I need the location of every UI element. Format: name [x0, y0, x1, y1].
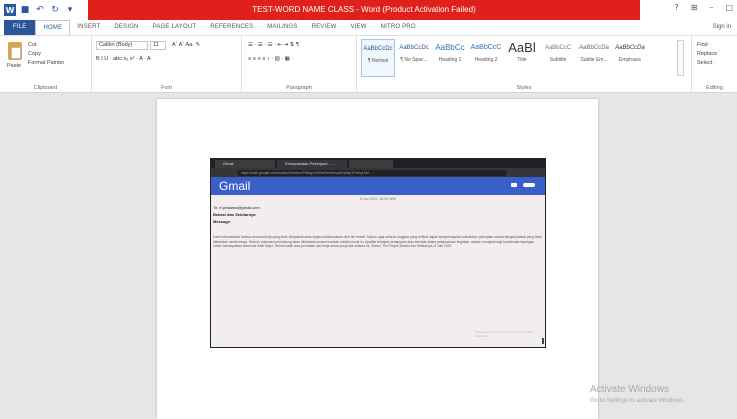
- account-icon: [523, 183, 535, 187]
- paragraph-group: ☰ · ☰ · ☰ · ⇤ ⇥ ⇅ ¶ ≡ ≡ ≡ ≡ ↕ · ▧ · ▦ · …: [242, 36, 357, 93]
- ribbon: Paste Cut Copy Format Painter Clipboard …: [0, 35, 737, 93]
- find-button[interactable]: Find ·: [697, 42, 711, 48]
- clipboard-label: Clipboard: [33, 85, 58, 91]
- font-label: Font: [160, 85, 172, 91]
- maximize-button[interactable]: □: [725, 3, 733, 12]
- browser-url: https://mail.google.com/mail/u/0/#inbox/…: [237, 170, 507, 176]
- style-subtitle[interactable]: AaBbCcC Subtitle: [541, 39, 575, 77]
- activate-subtitle: Go to Settings to activate Windows.: [590, 398, 685, 404]
- redo-icon[interactable]: ↻: [49, 4, 61, 16]
- style-subtle-emphasis[interactable]: AaBbCcDa Subtle Em...: [577, 39, 611, 77]
- email-date: 8 Jun 2022, 15.00 WIB: [360, 197, 396, 201]
- customize-icon[interactable]: ▾: [64, 4, 76, 16]
- document-area: Gmail Kesepakatan-Pekerjaan - ... https:…: [0, 94, 737, 419]
- undo-icon[interactable]: ↶: [34, 4, 46, 16]
- tab-file[interactable]: FILE: [4, 20, 36, 35]
- quick-access-toolbar: W ■ ↶ ↻ ▾: [4, 2, 76, 18]
- print-icon: [511, 183, 517, 187]
- email-body: Kami informasikan bahwa rencana kerja ya…: [213, 235, 542, 249]
- paste-button[interactable]: Paste: [7, 63, 21, 69]
- styles-gallery-scroll[interactable]: [677, 40, 684, 76]
- replace-button[interactable]: Replace: [697, 51, 717, 57]
- paste-icon[interactable]: [8, 42, 22, 60]
- paragraph-row-1[interactable]: ☰ · ☰ · ☰ · ⇤ ⇥ ⇅ ¶: [248, 42, 299, 48]
- ribbon-tabs: FILE HOME INSERT DESIGN PAGE LAYOUT REFE…: [0, 20, 737, 35]
- style-normal[interactable]: AaBbCcDc ¶ Normal: [361, 39, 395, 77]
- word-logo-icon[interactable]: W: [4, 4, 16, 16]
- save-icon[interactable]: ■: [19, 4, 31, 16]
- styles-label: Styles: [516, 85, 532, 91]
- style-title[interactable]: AaBl Title: [505, 39, 539, 77]
- copy-button[interactable]: Copy: [28, 51, 41, 57]
- tab-home[interactable]: HOME: [35, 20, 71, 35]
- tab-nitro-pro[interactable]: NITRO PRO: [374, 20, 423, 35]
- paragraph-label: Paragraph: [286, 85, 312, 91]
- font-size-field[interactable]: 11: [150, 41, 166, 50]
- email-subject: Bekasi dan Sekitarnya: [213, 212, 256, 217]
- embedded-scroll: [542, 338, 544, 344]
- sign-in-link[interactable]: Sign in: [713, 20, 731, 35]
- style-heading-1[interactable]: AaBbCc Heading 1: [433, 39, 467, 77]
- ribbon-display-button[interactable]: ⊞: [691, 3, 698, 12]
- font-grow-shrink[interactable]: Aˆ Aˇ Aa· ✎: [172, 42, 200, 48]
- browser-tab: [349, 160, 393, 168]
- select-button[interactable]: Select ·: [697, 60, 716, 66]
- gmail-header-icons: [511, 183, 535, 187]
- styles-group: AaBbCcDc ¶ Normal AaBbCcDc ¶ No Spac... …: [357, 36, 692, 93]
- font-name-field[interactable]: Calibri (Body): [96, 41, 148, 50]
- format-painter-button[interactable]: Format Painter: [28, 60, 64, 66]
- tab-references[interactable]: REFERENCES: [203, 20, 260, 35]
- tab-mailings[interactable]: MAILINGS: [260, 20, 304, 35]
- cut-button[interactable]: Cut: [28, 42, 37, 48]
- gmail-header: [211, 177, 545, 195]
- style-no-spacing[interactable]: AaBbCcDc ¶ No Spac...: [397, 39, 431, 77]
- window-title: TEST-WORD NAME CLASS - Word (Product Act…: [252, 5, 476, 14]
- activate-windows-watermark: Activate Windows Go to Settings to activ…: [590, 384, 685, 404]
- embedded-screenshot[interactable]: Gmail Kesepakatan-Pekerjaan - ... https:…: [210, 158, 546, 348]
- word-window: W ■ ↶ ↻ ▾ TEST-WORD NAME CLASS - Word (P…: [0, 0, 737, 419]
- editing-label: Editing: [706, 85, 723, 91]
- minimize-button[interactable]: –: [709, 3, 713, 12]
- tab-page-layout[interactable]: PAGE LAYOUT: [146, 20, 204, 35]
- tab-design[interactable]: DESIGN: [107, 20, 145, 35]
- activate-title: Activate Windows: [590, 384, 669, 395]
- email-to: To: fr.pratama@gmail.com: [213, 205, 260, 210]
- tab-view[interactable]: VIEW: [343, 20, 373, 35]
- style-emphasis[interactable]: AaBbCcDa Emphasis: [613, 39, 647, 77]
- email-message-label: Message:: [213, 219, 232, 224]
- gmail-logo: Gmail: [219, 179, 251, 193]
- help-button[interactable]: ?: [674, 3, 678, 12]
- browser-tab-active: Kesepakatan-Pekerjaan - ...: [277, 160, 347, 168]
- document-page[interactable]: Gmail Kesepakatan-Pekerjaan - ... https:…: [157, 99, 598, 419]
- title-bar: W ■ ↶ ↻ ▾ TEST-WORD NAME CLASS - Word (P…: [0, 0, 737, 20]
- font-group: Calibri (Body) 11 Aˆ Aˇ Aa· ✎ B I U · ab…: [92, 36, 242, 93]
- clipboard-group: Paste Cut Copy Format Painter Clipboard: [0, 36, 92, 93]
- window-controls: ? ⊞ – □: [674, 3, 733, 12]
- style-heading-2[interactable]: AaBbCcC Heading 2: [469, 39, 503, 77]
- editing-group: Find · Replace Select · Editing: [692, 36, 737, 93]
- tab-insert[interactable]: INSERT: [70, 20, 107, 35]
- browser-tab: Gmail: [215, 160, 275, 168]
- embedded-watermark: Activate Windows Go to Settings to activ…: [475, 330, 534, 338]
- tab-review[interactable]: REVIEW: [305, 20, 344, 35]
- font-format-buttons[interactable]: B I U · abc x₂ x² · A · A: [96, 56, 151, 62]
- paragraph-row-2[interactable]: ≡ ≡ ≡ ≡ ↕ · ▧ · ▦ ·: [248, 56, 293, 62]
